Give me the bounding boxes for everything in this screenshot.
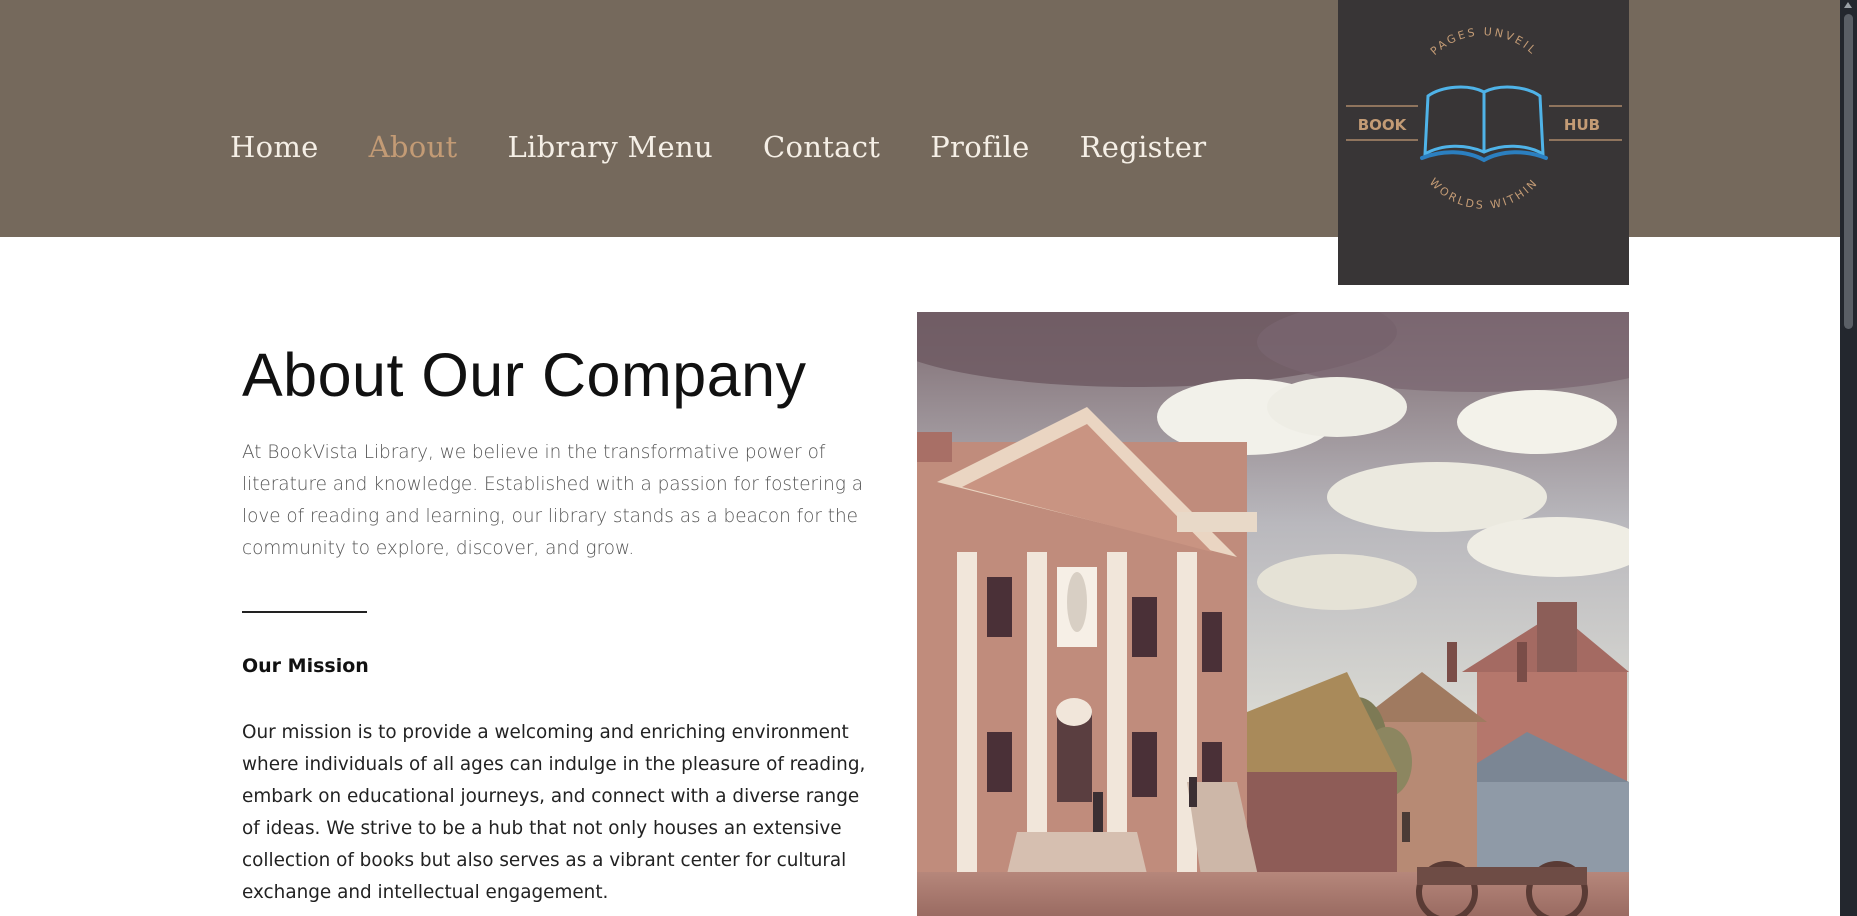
nav-item-contact[interactable]: Contact	[763, 130, 880, 164]
nav-item-home[interactable]: Home	[230, 130, 319, 164]
page-scrollbar[interactable]	[1840, 0, 1857, 916]
logo-right-text: HUB	[1564, 116, 1600, 134]
logo-graphic: PAGES UNVEIL WORLDS WITHIN BOOK HUB	[1346, 25, 1622, 212]
scroll-up-arrow-icon[interactable]	[1844, 2, 1852, 8]
historic-library-image	[917, 312, 1629, 916]
nav-item-about[interactable]: About	[369, 130, 458, 164]
main-nav: Home About Library Menu Contact Profile …	[230, 130, 1256, 164]
logo-top-text: PAGES UNVEIL	[1428, 25, 1540, 58]
nav-item-library-menu[interactable]: Library Menu	[507, 130, 713, 164]
page-title: About Our Company	[242, 341, 807, 409]
logo-left-text: BOOK	[1358, 116, 1408, 134]
logo-bottom-text: WORLDS WITHIN	[1427, 176, 1541, 212]
page: Home About Library Menu Contact Profile …	[0, 0, 1840, 916]
site-logo[interactable]: PAGES UNVEIL WORLDS WITHIN BOOK HUB	[1338, 0, 1629, 285]
about-section: About Our Company At BookVista Library, …	[242, 340, 882, 909]
intro-paragraph: At BookVista Library, we believe in the …	[242, 442, 863, 559]
scrollbar-thumb[interactable]	[1844, 14, 1853, 329]
library-building-illustration	[917, 312, 1629, 916]
section-divider	[242, 611, 367, 613]
mission-heading: Our Mission	[242, 655, 369, 677]
mission-paragraph: Our mission is to provide a welcoming an…	[242, 722, 866, 903]
nav-item-profile[interactable]: Profile	[930, 130, 1029, 164]
nav-item-register[interactable]: Register	[1080, 130, 1207, 164]
open-book-icon	[1420, 85, 1548, 163]
